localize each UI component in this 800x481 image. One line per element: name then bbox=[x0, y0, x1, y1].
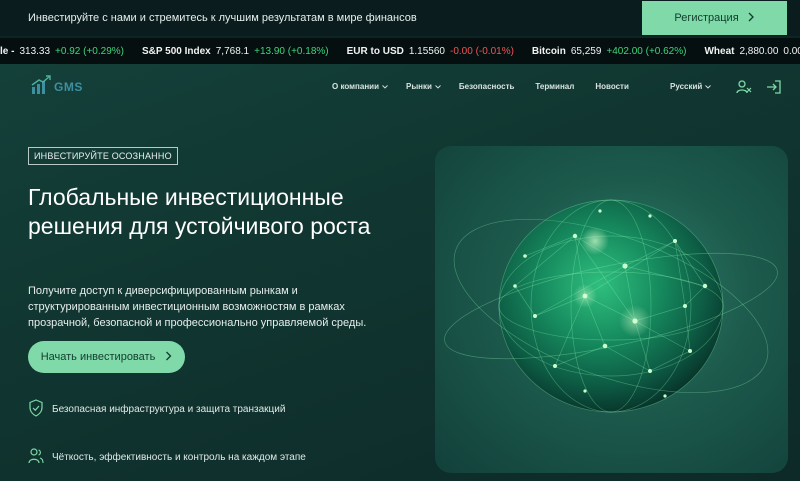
ticker-item[interactable]: EUR to USD 1.15560 -0.00 (-0.01%) bbox=[347, 46, 514, 57]
ticker-change: +402.00 (+0.62%) bbox=[606, 45, 687, 57]
ticker-name: le - bbox=[0, 45, 15, 57]
nav-label: Рынки bbox=[406, 82, 432, 91]
nav-item-terminal[interactable]: Терминал bbox=[535, 82, 574, 91]
chevron-down-icon bbox=[705, 82, 712, 91]
chevron-down-icon bbox=[435, 82, 441, 91]
nav-item-about[interactable]: О компании bbox=[332, 82, 388, 91]
users-icon bbox=[28, 447, 44, 468]
chevron-down-icon bbox=[382, 82, 388, 91]
main-nav: О компании Рынки Безопасность Терминал Н… bbox=[332, 82, 629, 91]
chevron-right-icon bbox=[165, 351, 172, 364]
ticker-name: EUR to USD bbox=[346, 45, 404, 57]
user-register-icon[interactable] bbox=[736, 79, 752, 95]
feature-item: Безопасная инфраструктура и защита транз… bbox=[28, 399, 285, 420]
ticker-price: 313.33 bbox=[19, 45, 51, 57]
logo[interactable]: GMS bbox=[30, 74, 83, 100]
ticker-name: Bitcoin bbox=[531, 45, 566, 57]
nav-label: Терминал bbox=[535, 82, 575, 91]
register-label: Регистрация bbox=[674, 12, 739, 24]
nav-item-security[interactable]: Безопасность bbox=[459, 82, 515, 91]
register-button[interactable]: Регистрация bbox=[642, 1, 787, 35]
globe-illustration bbox=[435, 146, 788, 473]
chevron-right-icon bbox=[747, 12, 755, 25]
ticker-item[interactable]: le - 313.33 +0.92 (+0.29%) bbox=[0, 46, 124, 57]
market-ticker: le - 313.33 +0.92 (+0.29%) S&P 500 Index… bbox=[0, 38, 800, 64]
hero-title: Глобальные инвестиционные решения для ус… bbox=[28, 184, 371, 239]
start-investing-button[interactable]: Начать инвестировать bbox=[28, 341, 185, 373]
nav-item-news[interactable]: Новости bbox=[595, 82, 629, 91]
hero-description: Получите доступ к диверсифицированным ры… bbox=[28, 285, 367, 329]
ticker-item[interactable]: S&P 500 Index 7,768.1 +13.90 (+0.18%) bbox=[142, 46, 329, 57]
bar-chart-logo-icon bbox=[30, 74, 52, 100]
language-select[interactable]: Русский bbox=[670, 82, 712, 91]
ticker-change: -0.00 (-0.01%) bbox=[450, 45, 514, 57]
ticker-item[interactable]: Wheat 2,880.00 0.00 (0 bbox=[704, 46, 800, 57]
nav-item-markets[interactable]: Рынки bbox=[406, 82, 441, 91]
promo-text: Инвестируйте с нами и стремитесь к лучши… bbox=[28, 12, 417, 24]
ticker-price: 1.15560 bbox=[408, 45, 445, 57]
feature-item: Чёткость, эффективность и контроль на ка… bbox=[28, 447, 306, 468]
ticker-change: 0.00 (0 bbox=[783, 45, 800, 57]
ticker-name: S&P 500 Index bbox=[141, 45, 211, 57]
logo-text: GMS bbox=[54, 80, 83, 94]
language-label: Русский bbox=[670, 82, 703, 91]
ticker-change: +0.92 (+0.29%) bbox=[55, 45, 124, 57]
ticker-price: 7,768.1 bbox=[215, 45, 250, 57]
login-icon[interactable] bbox=[766, 79, 782, 95]
promo-bar: Инвестируйте с нами и стремитесь к лучши… bbox=[0, 0, 800, 36]
nav-label: О компании bbox=[332, 82, 379, 91]
nav-label: Новости bbox=[595, 82, 629, 91]
ticker-price: 2,880.00 bbox=[739, 45, 779, 57]
network-globe-image bbox=[444, 199, 778, 413]
ticker-change: +13.90 (+0.18%) bbox=[254, 45, 329, 57]
ticker-item[interactable]: Bitcoin 65,259 +402.00 (+0.62%) bbox=[532, 46, 687, 57]
shield-check-icon bbox=[28, 399, 44, 420]
hero-badge: ИНВЕСТИРУЙТЕ ОСОЗНАННО bbox=[28, 147, 178, 165]
nav-label: Безопасность bbox=[458, 82, 515, 91]
feature-text: Безопасная инфраструктура и защита транз… bbox=[52, 404, 286, 415]
ticker-name: Wheat bbox=[704, 45, 735, 57]
ticker-price: 65,259 bbox=[570, 45, 602, 57]
feature-text: Чёткость, эффективность и контроль на ка… bbox=[52, 452, 306, 463]
cta-label: Начать инвестировать bbox=[40, 351, 156, 363]
